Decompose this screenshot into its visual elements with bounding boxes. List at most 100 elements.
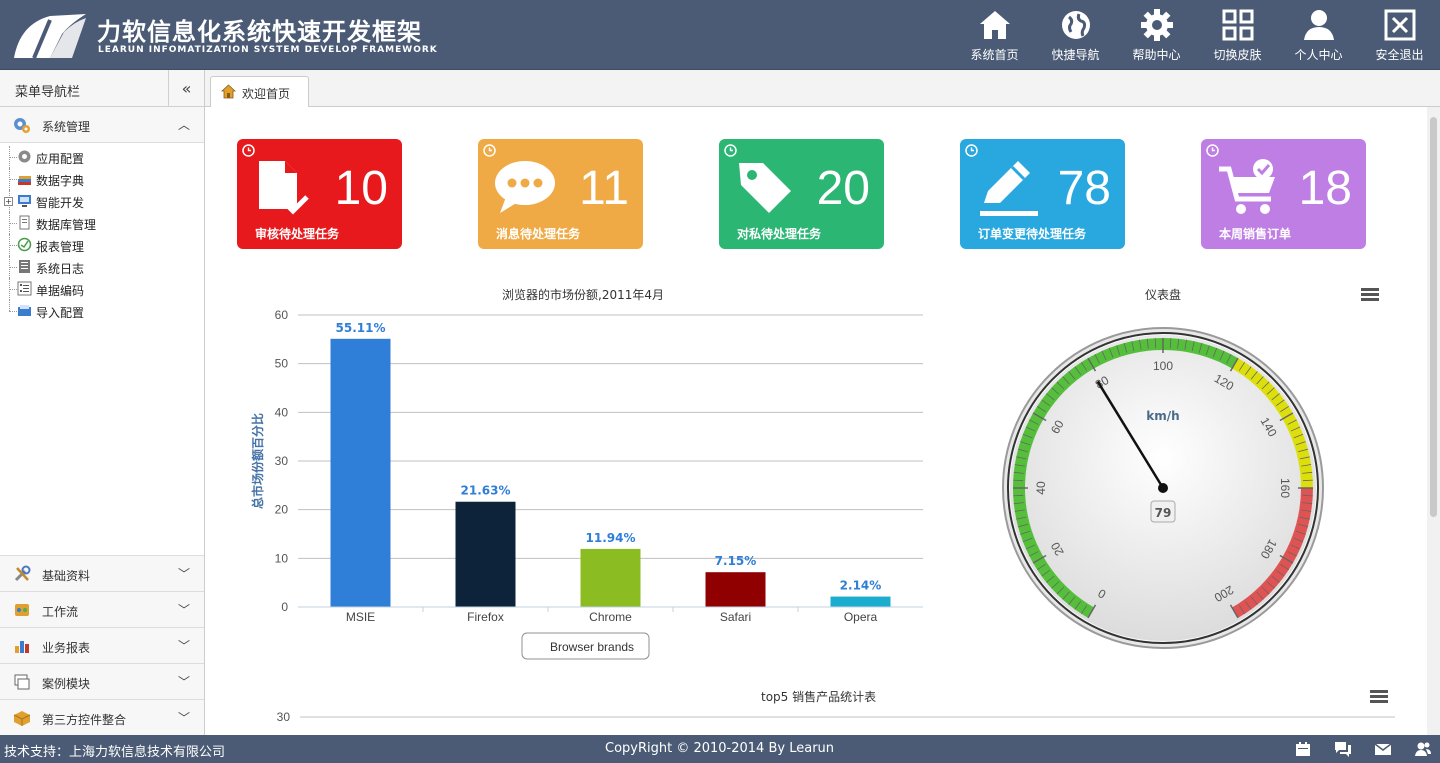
top5-sales-chart: 30 [277, 710, 1395, 724]
nav-skin-label: 切换皮肤 [1213, 48, 1262, 62]
menu-item-syslog[interactable]: 系统日志 [0, 256, 204, 278]
clock-icon [965, 144, 978, 157]
footer-icons [1294, 740, 1432, 758]
monitor-icon [18, 195, 31, 207]
nav-profile[interactable]: 个人中心 [1278, 0, 1359, 70]
workflow-icon [15, 604, 29, 616]
clock-icon [1206, 144, 1219, 157]
main-content: 10 审核待处理任务 11 消息待处理任务 20 对私待处理任务 78 订单变更… [205, 107, 1427, 735]
sidebar-group-reports[interactable]: 业务报表 ﹀ [0, 627, 204, 663]
menu-item-doc-code[interactable]: 单据编码 [0, 278, 204, 300]
gauge-minor-tick [1302, 479, 1313, 482]
chevron-down-icon: ﹀ [177, 711, 190, 725]
menu-item-dictionary[interactable]: 数据字典 [0, 168, 204, 190]
sidebar-group-label: 案例模块 [42, 677, 91, 691]
content-scrollbar[interactable] [1427, 107, 1440, 735]
y-tick-label: 30 [277, 710, 291, 724]
top5-menu-icon[interactable] [1370, 690, 1388, 704]
chat-icon[interactable] [1334, 740, 1352, 758]
tab-welcome[interactable]: 欢迎首页 [210, 76, 309, 107]
exit-icon [1384, 9, 1415, 41]
tile-count: 10 [334, 162, 388, 215]
chevron-down-icon: ﹀ [177, 675, 190, 689]
scrollbar-thumb[interactable] [1430, 117, 1437, 517]
sidebar-groups: 基础资料 ﹀ 工作流 ﹀ 业务报表 ﹀ 案例模块 ﹀ 第三方控件整合 ﹀ [0, 555, 204, 735]
system-gear-icon [14, 118, 30, 133]
tree-branch [9, 311, 17, 312]
log-icon [19, 260, 30, 273]
menu-item-label: 单据编码 [36, 284, 85, 298]
calendar-icon[interactable] [1294, 740, 1312, 758]
sidebar-header: 菜单导航栏 « [0, 70, 204, 107]
bar [830, 596, 891, 607]
sidebar-group-label: 第三方控件整合 [42, 713, 127, 727]
bar [580, 548, 641, 607]
tile-count: 78 [1057, 162, 1111, 215]
users-icon[interactable] [1414, 740, 1432, 758]
numbered-list-icon [17, 281, 32, 296]
tile-private-tasks[interactable]: 20 对私待处理任务 [719, 139, 884, 249]
menu-item-label: 报表管理 [36, 240, 85, 254]
nav-shortcut[interactable]: 快捷导航 [1035, 0, 1116, 70]
tile-weekly-orders[interactable]: 18 本周销售订单 [1201, 139, 1366, 249]
tile-audit-tasks[interactable]: 10 审核待处理任务 [237, 139, 402, 249]
tile-count: 20 [816, 162, 870, 215]
browser-share-bar-chart: 0 10 20 30 40 50 60 总市场份额百分比 55.11% MSIE 21.63% Fir… [250, 308, 923, 660]
sidebar: 菜单导航栏 « 系统管理 ︿ 应用配置 数据字典 + 智能开发 数据库管理 报表… [0, 70, 205, 735]
nav-profile-label: 个人中心 [1294, 48, 1343, 62]
x-tick-label: Chrome [589, 610, 632, 624]
sidebar-group-basic[interactable]: 基础资料 ﹀ [0, 555, 204, 591]
footer: 技术支持：上海力软信息技术有限公司 CopyRight © 2010-2014 … [0, 735, 1440, 763]
expand-plus-icon[interactable]: + [4, 197, 13, 206]
cart-icon [1219, 159, 1275, 214]
x-tick-label: Safari [720, 610, 751, 624]
menu-item-app-config[interactable]: 应用配置 [0, 146, 204, 168]
nav-help-label: 帮助中心 [1132, 48, 1181, 62]
menu-item-label: 数据库管理 [36, 218, 97, 232]
menu-item-smart-dev[interactable]: + 智能开发 [0, 190, 204, 212]
y-tick-label: 30 [275, 454, 289, 468]
chevron-down-icon: ﹀ [177, 639, 190, 653]
tree-branch [9, 289, 17, 290]
gauge-menu-icon[interactable] [1361, 288, 1379, 302]
y-tick-label: 60 [275, 308, 289, 322]
sidebar-group-label: 业务报表 [42, 641, 91, 655]
nav-logout[interactable]: 安全退出 [1359, 0, 1440, 70]
tree-branch [9, 245, 17, 246]
gauge-minor-tick [1154, 338, 1157, 349]
menu-item-import[interactable]: 导入配置 [0, 300, 204, 322]
tree-branch [9, 157, 17, 158]
grid-icon [1222, 9, 1253, 41]
x-tick-label: Firefox [467, 610, 504, 624]
nav-skin[interactable]: 切换皮肤 [1197, 0, 1278, 70]
tile-label: 消息待处理任务 [496, 227, 581, 241]
gauge-tick-label: 40 [1034, 481, 1048, 495]
logo-icon [14, 14, 86, 58]
collapse-sidebar-icon[interactable]: « [168, 70, 204, 106]
y-tick-label: 10 [275, 551, 289, 565]
tile-message-tasks[interactable]: 11 消息待处理任务 [478, 139, 643, 249]
sidebar-group-cases[interactable]: 案例模块 ﹀ [0, 663, 204, 699]
gauge-pivot [1158, 483, 1168, 493]
sidebar-group-workflow[interactable]: 工作流 ﹀ [0, 591, 204, 627]
y-tick-label: 0 [281, 600, 288, 614]
nav-help[interactable]: 帮助中心 [1116, 0, 1197, 70]
tree-branch [9, 267, 17, 268]
legend-label: Browser brands [550, 640, 634, 654]
tile-order-change-tasks[interactable]: 78 订单变更待处理任务 [960, 139, 1125, 249]
gauge-unit: km/h [1146, 409, 1179, 423]
sidebar-group-system[interactable]: 系统管理 ︿ [0, 107, 204, 143]
nav-home-label: 系统首页 [970, 48, 1019, 62]
sidebar-title: 菜单导航栏 [15, 85, 81, 100]
mail-icon[interactable] [1374, 740, 1392, 758]
gauge-minor-tick [1013, 494, 1024, 497]
menu-item-report[interactable]: 报表管理 [0, 234, 204, 256]
sidebar-group-thirdparty[interactable]: 第三方控件整合 ﹀ [0, 699, 204, 735]
nav-logout-label: 安全退出 [1375, 48, 1424, 62]
nav-home[interactable]: 系统首页 [954, 0, 1035, 70]
menu-item-database[interactable]: 数据库管理 [0, 212, 204, 234]
chevron-up-icon: ︿ [177, 118, 190, 132]
chevron-down-icon: ﹀ [177, 567, 190, 581]
bar [455, 501, 516, 607]
bar-chart-icon [15, 641, 29, 653]
